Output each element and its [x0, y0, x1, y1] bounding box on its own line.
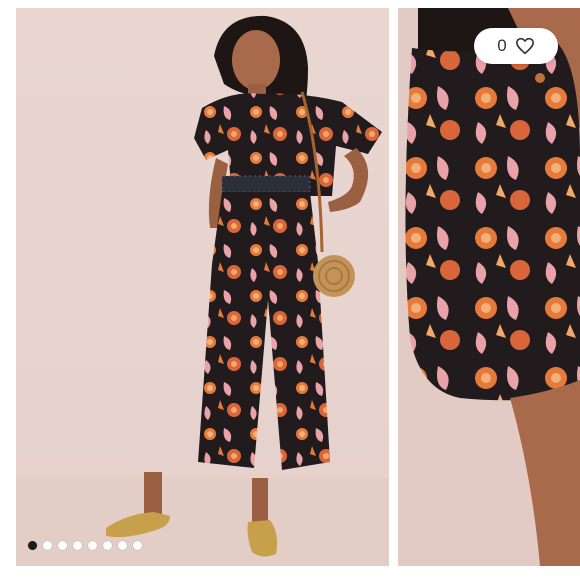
fabric-detail-illustration [405, 8, 580, 566]
carousel-dot[interactable] [88, 541, 97, 550]
carousel-dot-active[interactable] [28, 541, 37, 550]
model-in-jumpsuit-illustration [16, 15, 389, 566]
carousel-dot[interactable] [58, 541, 67, 550]
detail-product-photo[interactable] [398, 8, 580, 566]
carousel-dot[interactable] [43, 541, 52, 550]
carousel-dot[interactable] [103, 541, 112, 550]
like-count: 0 [497, 36, 507, 55]
main-product-photo[interactable] [16, 8, 389, 566]
carousel-dot[interactable] [118, 541, 127, 550]
like-button[interactable]: 0 [474, 28, 558, 64]
heart-outline-icon [515, 37, 535, 55]
carousel-dot[interactable] [73, 541, 82, 550]
carousel-dot[interactable] [133, 541, 142, 550]
listing-image-gallery: 0 [0, 0, 580, 580]
carousel-dots [28, 541, 142, 550]
